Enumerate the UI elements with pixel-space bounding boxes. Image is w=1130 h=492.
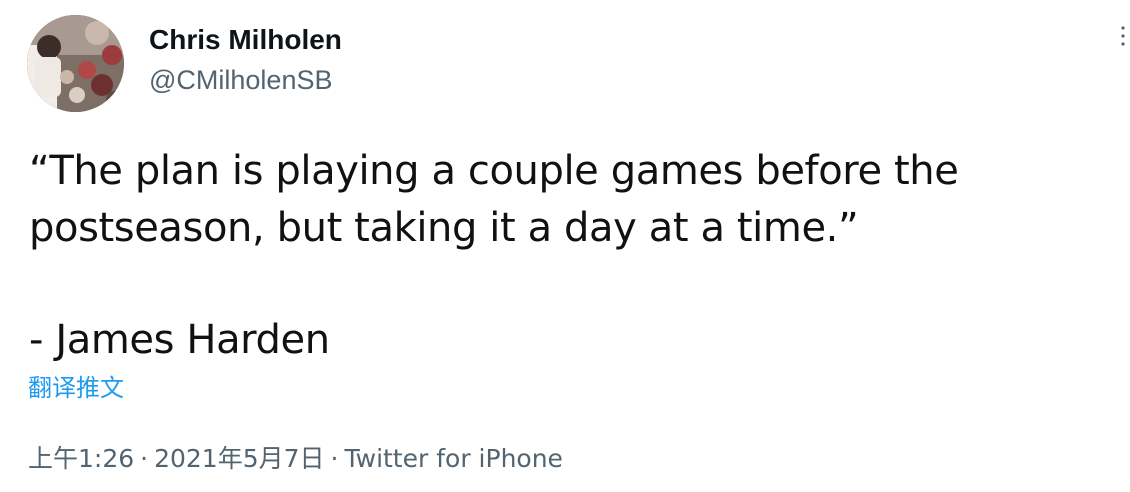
tweet-card: Chris Milholen @CMilholenSB “The plan is… (0, 0, 1130, 492)
profile-photo-icon (27, 15, 124, 112)
tweet-meta: 上午1:26 · 2021年5月7日 · Twitter for iPhone (28, 441, 563, 477)
translate-tweet-link[interactable]: 翻译推文 (28, 372, 124, 404)
tweet-text-line: postseason, but taking it a day at a tim… (29, 205, 859, 251)
tweet-text: “The plan is playing a couple games befo… (29, 143, 1109, 257)
meta-separator: · (140, 444, 149, 473)
tweet-source[interactable]: Twitter for iPhone (344, 444, 562, 473)
more-options-button[interactable] (1116, 22, 1130, 52)
tweet-text-line: “The plan is playing a couple games befo… (29, 148, 959, 194)
tweet-attribution: - James Harden (29, 317, 330, 363)
meta-separator: · (330, 444, 339, 473)
author-handle[interactable]: @CMilholenSB (149, 63, 332, 97)
tweet-date[interactable]: 2021年5月7日 (154, 444, 324, 473)
author-display-name[interactable]: Chris Milholen (149, 23, 342, 57)
more-options-icon (1121, 26, 1125, 46)
tweet-time[interactable]: 上午1:26 (28, 444, 134, 473)
avatar[interactable] (27, 15, 124, 112)
